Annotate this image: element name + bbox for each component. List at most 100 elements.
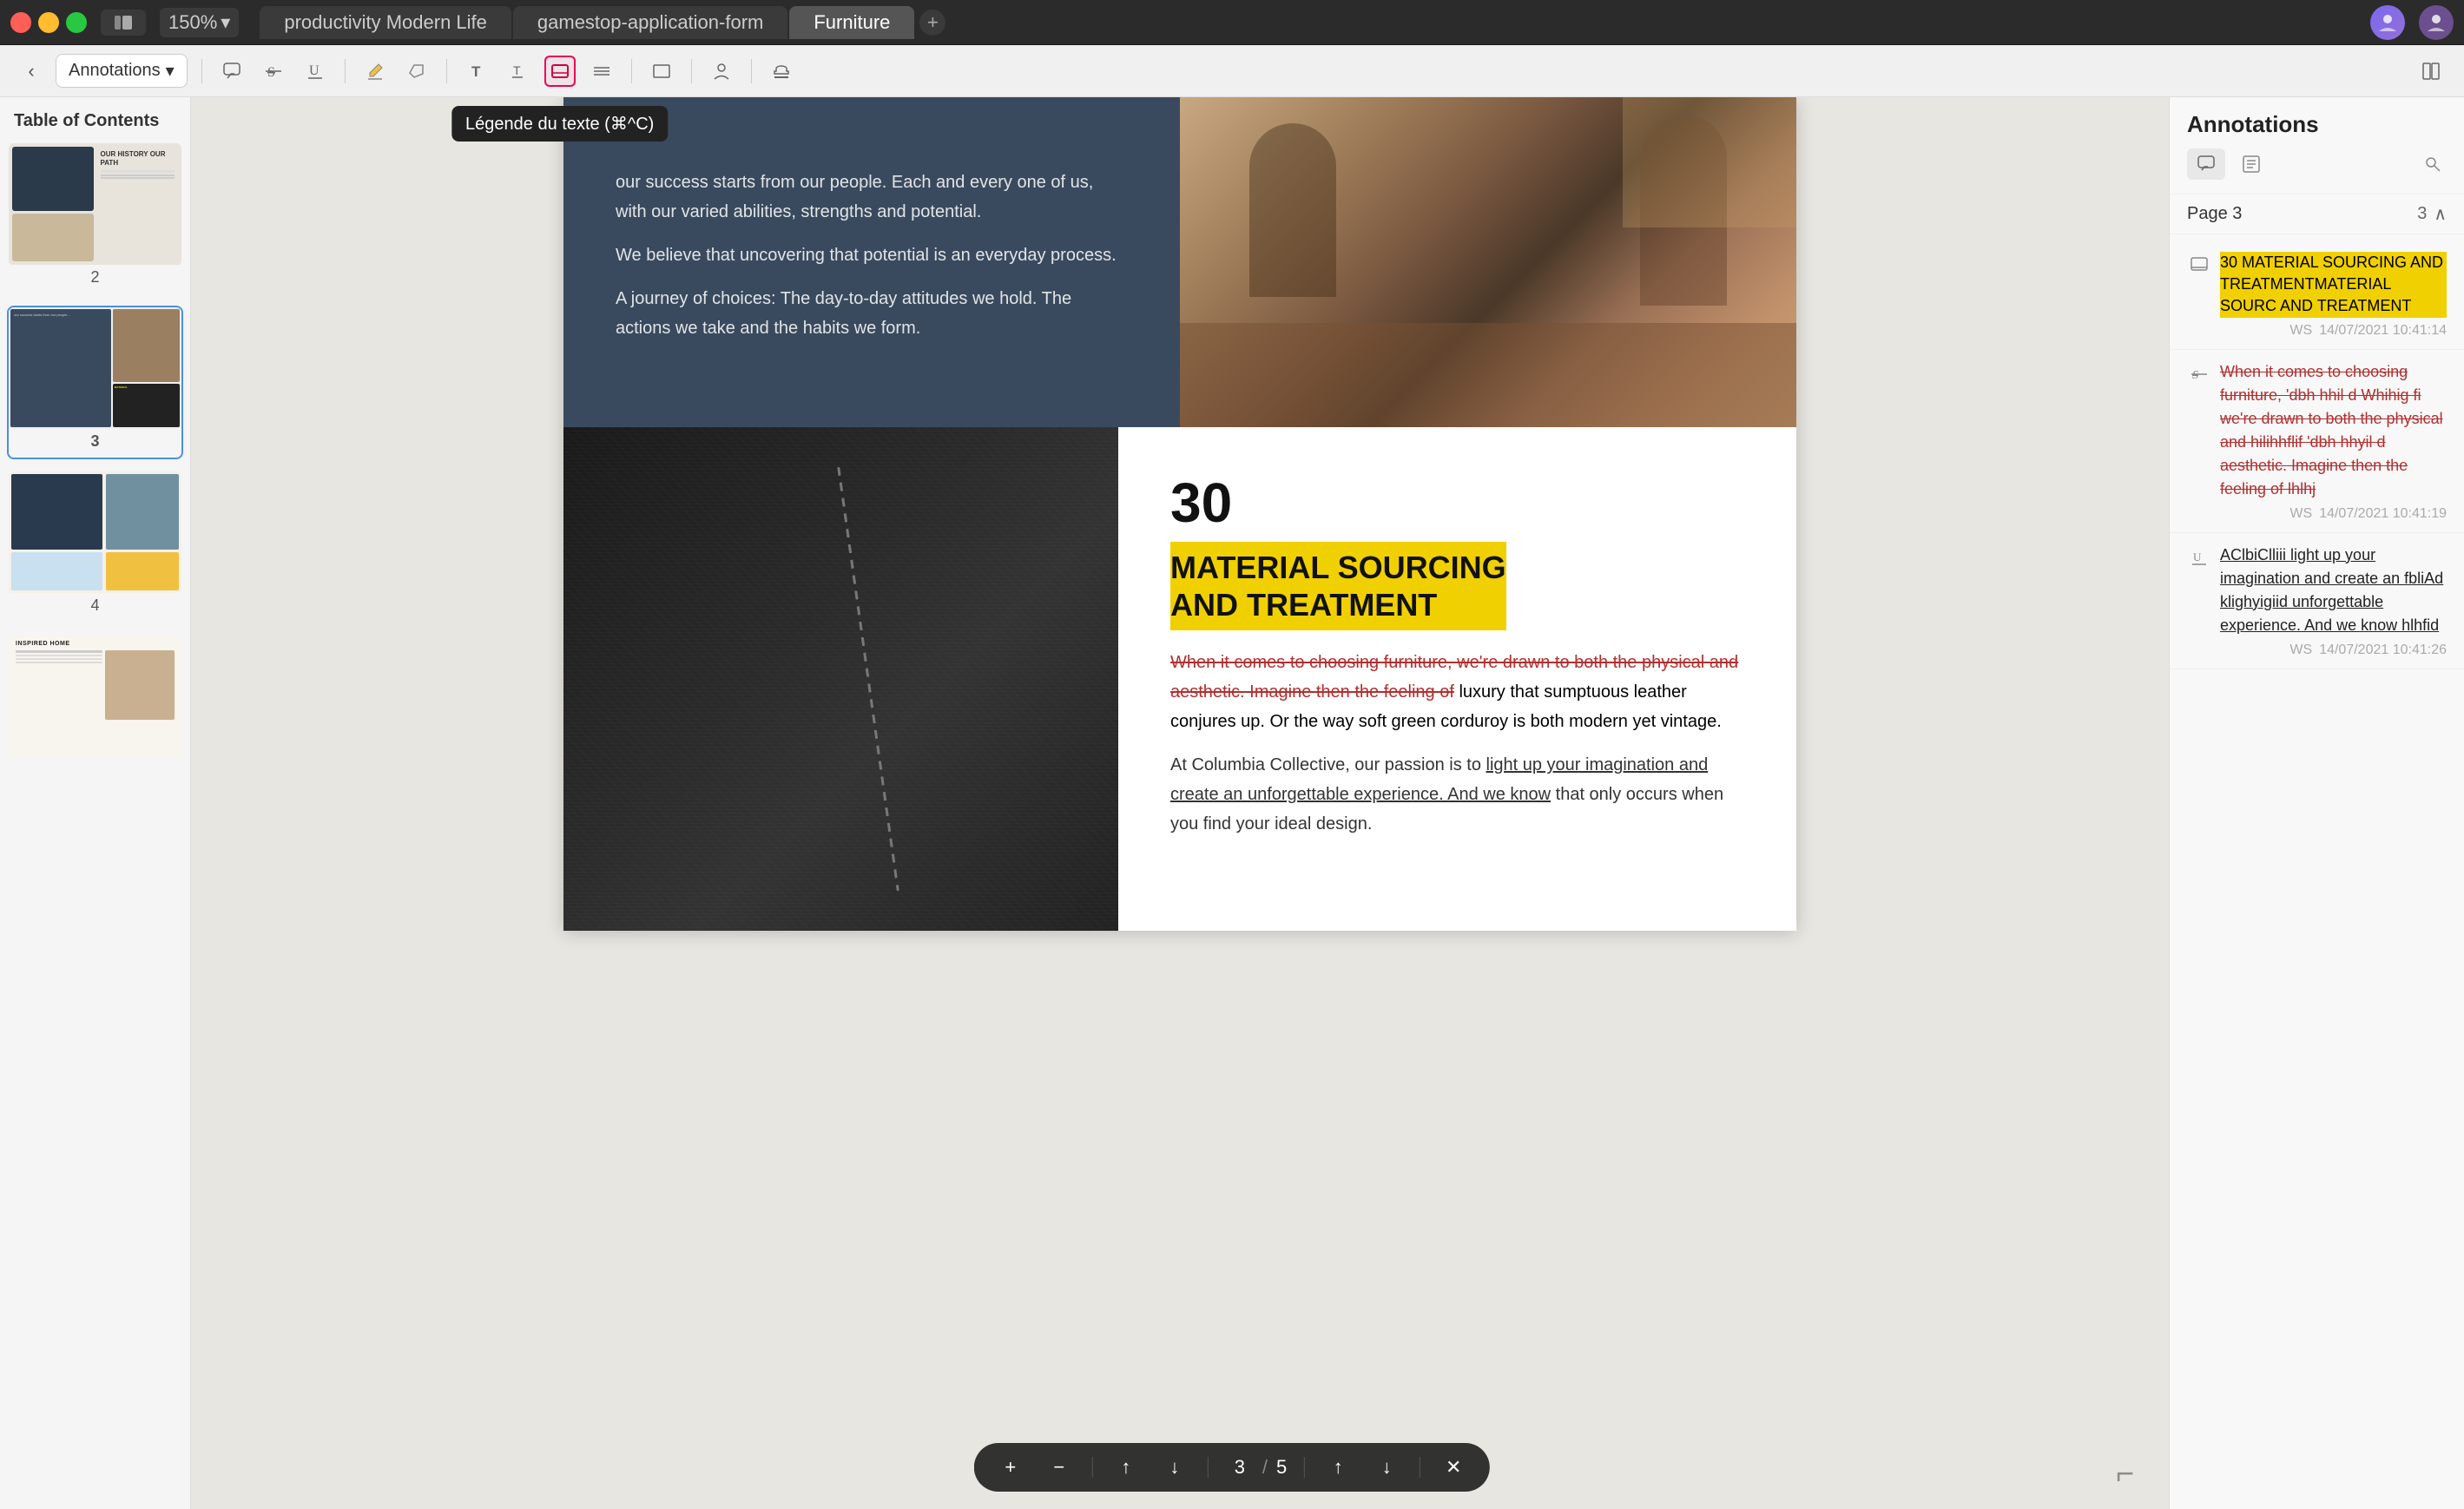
strikethrough-tool-button[interactable]: S xyxy=(258,56,289,87)
page-number: 30 xyxy=(1170,471,1744,535)
line-tool-button[interactable] xyxy=(586,56,617,87)
svg-text:S: S xyxy=(267,65,275,80)
prev-page-button[interactable]: ↑ xyxy=(1322,1452,1354,1483)
tooltip: Légende du texte (⌘^C) xyxy=(451,106,668,142)
scroll-up-button[interactable]: ↑ xyxy=(1110,1452,1142,1483)
avatar-secondary[interactable] xyxy=(2419,5,2454,40)
page-2-thumbnail[interactable]: OUR HISTORY OUR PATH 2 xyxy=(7,142,183,295)
caption-tool-button[interactable] xyxy=(544,56,576,87)
annotations-chevron-icon: ▾ xyxy=(166,60,175,82)
annotations-panel: Annotations Page 3 3 ∧ xyxy=(2169,97,2464,1509)
top-text-3: A journey of choices: The day-to-day att… xyxy=(616,284,1128,343)
annotation-item: 30 MATERIAL SOURCING AND TREATMENTMATERI… xyxy=(2170,241,2464,350)
traffic-lights xyxy=(10,12,87,33)
page-slash: / xyxy=(1262,1456,1268,1479)
svg-text:T: T xyxy=(471,63,481,80)
svg-text:S: S xyxy=(2192,369,2198,382)
ann-body-1: 30 MATERIAL SOURCING AND TREATMENTMATERI… xyxy=(2220,252,2447,318)
panel-page-count: 3 xyxy=(2417,204,2427,224)
panel-search-button[interactable] xyxy=(2419,150,2447,178)
close-window-button[interactable] xyxy=(10,12,31,33)
comment-tool-button[interactable] xyxy=(216,56,247,87)
svg-text:U: U xyxy=(2193,550,2202,563)
minimize-window-button[interactable] xyxy=(38,12,59,33)
annotation-item-2: S When it comes to choosing furniture, '… xyxy=(2170,350,2464,533)
ann-timestamp-3: 14/07/2021 10:41:26 xyxy=(2319,642,2447,658)
stamp-tool-button[interactable] xyxy=(766,56,797,87)
svg-text:U: U xyxy=(309,63,320,78)
annotations-label: Annotations xyxy=(69,61,161,81)
page-indicator: / 5 xyxy=(1226,1456,1287,1479)
page-3-number: 3 xyxy=(9,432,181,451)
ann-user-3: WS xyxy=(2289,642,2312,658)
page-5-thumbnail[interactable]: INSPIRED HOME xyxy=(7,634,183,766)
body-text-2: At Columbia Collective, our passion is t… xyxy=(1170,750,1744,839)
sidebar-toggle-button[interactable] xyxy=(101,10,146,36)
separator-2 xyxy=(345,59,346,83)
strikethrough-annotation-icon: S xyxy=(2187,362,2211,386)
page-4-thumbnail[interactable]: 4 xyxy=(7,470,183,623)
titlebar: 150% ▾ productivity Modern Life gamestop… xyxy=(0,0,2464,45)
ann-user-2: WS xyxy=(2289,506,2312,522)
underline-tool-button[interactable]: U xyxy=(300,56,331,87)
separator-3 xyxy=(446,59,447,83)
text-tool-button[interactable]: T xyxy=(461,56,492,87)
sidebar: Table of Contents OUR HISTORY OUR PATH xyxy=(0,97,191,1509)
bottom-navigation-bar: + − ↑ ↓ / 5 ↑ ↓ xyxy=(974,1443,1490,1492)
ann-meta-3: WS 14/07/2021 10:41:26 xyxy=(2187,642,2447,658)
ann-user-1: WS xyxy=(2289,323,2312,339)
eraser-tool-button[interactable] xyxy=(401,56,432,87)
text-label-tool-button[interactable]: T xyxy=(503,56,534,87)
panel-page-label: Page 3 xyxy=(2187,204,2242,224)
ann-header-2: S When it comes to choosing furniture, '… xyxy=(2187,360,2447,501)
main-area: Table of Contents OUR HISTORY OUR PATH xyxy=(0,97,2464,1509)
tab-furniture[interactable]: Furniture xyxy=(789,6,914,39)
page-4-number: 4 xyxy=(9,596,181,615)
zoom-control[interactable]: 150% ▾ xyxy=(160,8,239,37)
next-page-button[interactable]: ↓ xyxy=(1371,1452,1402,1483)
rectangle-tool-button[interactable] xyxy=(646,56,677,87)
current-page-input[interactable] xyxy=(1226,1456,1254,1479)
annotations-dropdown[interactable]: Annotations ▾ xyxy=(56,54,188,88)
avatar-primary[interactable] xyxy=(2370,5,2405,40)
highlight-tool-button[interactable] xyxy=(359,56,391,87)
panel-header: Annotations xyxy=(2170,97,2464,194)
panel-title: Annotations xyxy=(2187,111,2447,138)
strikethrough-paragraph: When it comes to choosing furniture, we'… xyxy=(1170,648,1744,736)
zoom-chevron-icon: ▾ xyxy=(221,11,230,34)
panel-tab-comment[interactable] xyxy=(2187,148,2225,180)
person-tool-button[interactable] xyxy=(706,56,737,87)
spread-top-right xyxy=(1180,97,1796,427)
zoom-out-button[interactable]: − xyxy=(1044,1452,1075,1483)
cursor-marker: ⌐ xyxy=(2116,1455,2134,1492)
ann-header-1: 30 MATERIAL SOURCING AND TREATMENTMATERI… xyxy=(2187,252,2447,318)
add-tab-button[interactable]: + xyxy=(919,10,945,36)
split-view-button[interactable] xyxy=(2415,56,2447,87)
page-spread: our success starts from our people. Each… xyxy=(563,97,1796,931)
panel-tab-list[interactable] xyxy=(2232,148,2270,180)
tab-productivity[interactable]: productivity Modern Life xyxy=(260,6,511,39)
zoom-value: 150% xyxy=(168,11,217,34)
page-3-thumbnail[interactable]: our success starts from our people... MA… xyxy=(7,306,183,459)
tab-gamestop[interactable]: gamestop-application-form xyxy=(513,6,787,39)
annotation-item-3: U AClbiClliii light up your imagination … xyxy=(2170,533,2464,669)
leather-texture xyxy=(563,427,1118,931)
panel-collapse-icon[interactable]: ∧ xyxy=(2434,203,2447,225)
section-title: MATERIAL SOURCING AND TREATMENT xyxy=(1170,542,1506,630)
underlined-text: light up your imagination and create an … xyxy=(1170,755,1708,804)
separator-1 xyxy=(201,59,202,83)
toolbar-right xyxy=(2415,56,2447,87)
bar-separator-2 xyxy=(1208,1457,1209,1478)
zoom-in-button[interactable]: + xyxy=(995,1452,1026,1483)
tab-bar: productivity Modern Life gamestop-applic… xyxy=(260,6,2363,39)
ann-timestamp-1: 14/07/2021 10:41:14 xyxy=(2319,323,2447,339)
top-text-1: our success starts from our people. Each… xyxy=(616,168,1128,227)
highlight-annotation-icon xyxy=(2187,254,2211,278)
back-button[interactable]: ‹ xyxy=(17,57,45,85)
maximize-window-button[interactable] xyxy=(66,12,87,33)
scroll-down-button[interactable]: ↓ xyxy=(1159,1452,1190,1483)
spread-bottom-right: 30 MATERIAL SOURCING AND TREATMENT When … xyxy=(1118,427,1796,931)
close-bar-button[interactable]: ✕ xyxy=(1438,1452,1469,1483)
annotations-list: 30 MATERIAL SOURCING AND TREATMENTMATERI… xyxy=(2170,234,2464,1509)
sidebar-title: Table of Contents xyxy=(7,111,183,142)
